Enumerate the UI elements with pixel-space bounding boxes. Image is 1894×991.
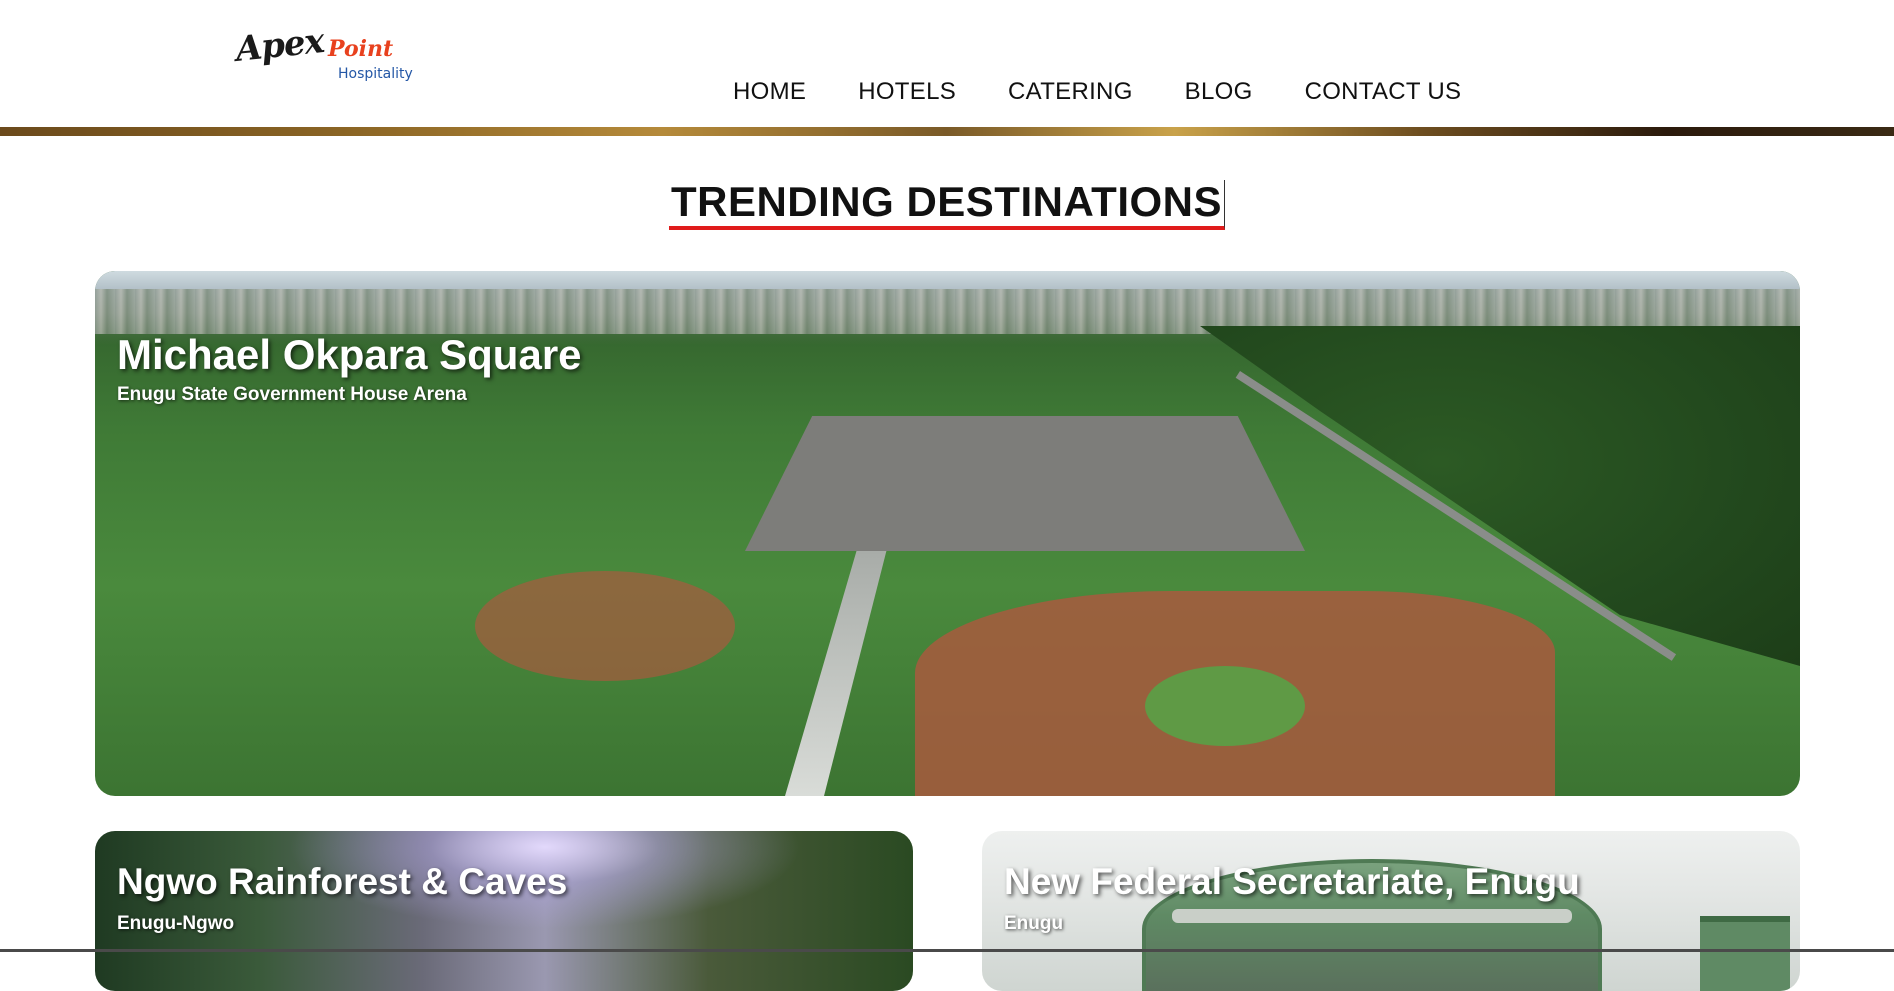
nav-home[interactable]: HOME <box>733 78 806 106</box>
secretariate-building-image <box>982 831 1800 991</box>
walkway <box>785 551 887 796</box>
dome-ring <box>1172 909 1572 923</box>
destination-card-michael-okpara-square[interactable]: Michael Okpara Square Enugu State Govern… <box>95 271 1800 796</box>
logo-tagline: Hospitality <box>338 66 413 82</box>
dirt-patch <box>475 571 735 681</box>
apex-point-logo[interactable]: Apex Point Hospitality <box>234 21 413 90</box>
side-building <box>1700 916 1790 991</box>
destination-title: Michael Okpara Square <box>117 331 582 378</box>
grass-patch <box>1145 666 1305 746</box>
nav-catering[interactable]: CATERING <box>1008 78 1133 106</box>
destination-card-ngwo-rainforest[interactable]: Ngwo Rainforest & Caves Enugu-Ngwo <box>95 831 913 991</box>
destination-subtitle: Enugu-Ngwo <box>117 913 235 934</box>
destination-card-federal-secretariate[interactable]: New Federal Secretariate, Enugu Enugu <box>982 831 1800 991</box>
section-heading: TRENDING DESTINATIONS <box>0 179 1894 231</box>
site-header: Apex Point Hospitality HOME HOTELS CATER… <box>0 0 1894 127</box>
destination-subtitle: Enugu <box>1004 913 1064 934</box>
nav-hotels[interactable]: HOTELS <box>858 78 956 106</box>
rainforest-image <box>95 831 913 991</box>
parade-ground <box>745 416 1305 551</box>
destination-subtitle: Enugu State Government House Arena <box>117 384 467 405</box>
destination-title: New Federal Secretariate, Enugu <box>1004 861 1580 902</box>
nav-contact-us[interactable]: CONTACT US <box>1305 78 1462 106</box>
trending-destinations-title: TRENDING DESTINATIONS <box>668 179 1226 231</box>
destination-title: Ngwo Rainforest & Caves <box>117 861 568 902</box>
main-nav: HOME HOTELS CATERING BLOG CONTACT US <box>733 78 1461 106</box>
hero-image-strip <box>0 127 1894 136</box>
nav-blog[interactable]: BLOG <box>1185 78 1253 106</box>
logo-word-apex: Apex <box>233 21 326 70</box>
logo-word-point: Point <box>328 36 394 62</box>
